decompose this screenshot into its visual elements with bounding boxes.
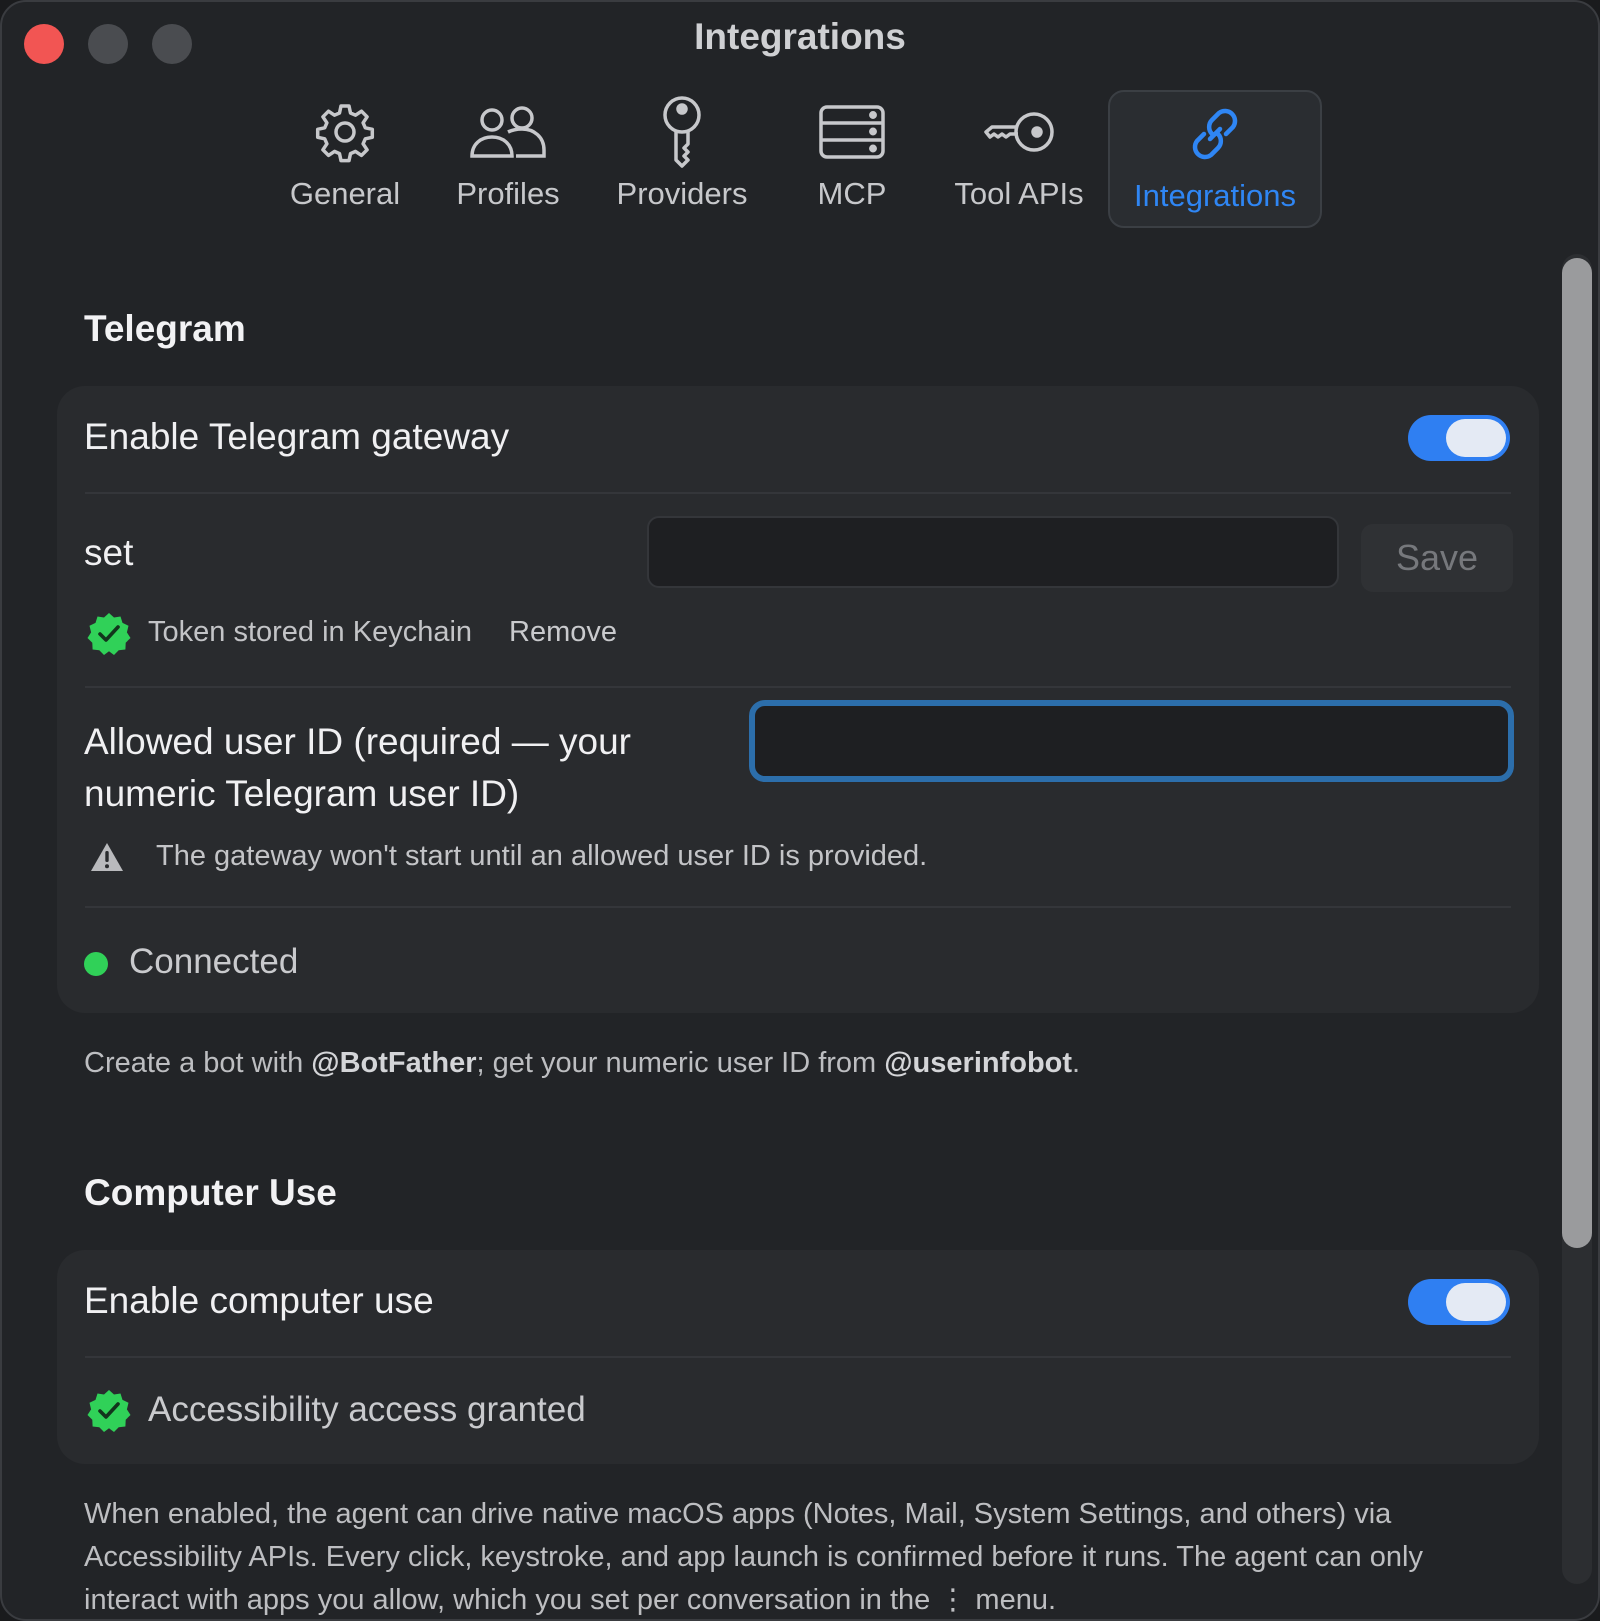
bot-token-input[interactable] bbox=[647, 516, 1339, 588]
tool-key-icon bbox=[982, 90, 1056, 174]
telegram-section-title: Telegram bbox=[84, 308, 246, 349]
enable-computer-use-toggle[interactable] bbox=[1408, 1279, 1510, 1325]
tab-providers-label: Providers bbox=[616, 176, 748, 211]
gear-icon bbox=[313, 90, 377, 174]
remove-token-link[interactable]: Remove bbox=[509, 616, 617, 649]
enable-computer-use-label: Enable computer use bbox=[84, 1280, 434, 1321]
token-status-text: Token stored in Keychain bbox=[148, 616, 473, 648]
accessibility-status-text: Accessibility access granted bbox=[148, 1390, 586, 1429]
link-icon bbox=[1183, 92, 1247, 176]
enable-telegram-toggle[interactable] bbox=[1408, 415, 1510, 461]
server-icon bbox=[818, 90, 886, 174]
footnote-text: ; get your numeric user ID from bbox=[476, 1047, 885, 1079]
computer-use-section-title: Computer Use bbox=[84, 1172, 337, 1213]
divider bbox=[85, 906, 1511, 908]
tab-profiles-label: Profiles bbox=[456, 176, 560, 211]
key-icon bbox=[660, 90, 704, 174]
tab-mcp-label: MCP bbox=[817, 176, 887, 211]
tab-general-label: General bbox=[289, 176, 401, 211]
tab-integrations[interactable]: Integrations bbox=[1108, 90, 1322, 228]
verified-badge-icon bbox=[87, 612, 131, 661]
tab-mcp[interactable]: MCP bbox=[809, 90, 895, 224]
computer-use-card: Enable computer use Accessibility access… bbox=[57, 1250, 1539, 1464]
settings-window: Integrations General Profiles Providers … bbox=[0, 0, 1600, 1621]
allowed-user-id-input[interactable] bbox=[749, 700, 1514, 782]
footnote-text: . bbox=[1072, 1047, 1081, 1079]
gateway-warning-text: The gateway won't start until an allowed… bbox=[156, 840, 928, 872]
computer-use-footnote: When enabled, the agent can drive native… bbox=[84, 1498, 1423, 1616]
token-label: set bbox=[84, 532, 134, 573]
tab-providers[interactable]: Providers bbox=[609, 90, 755, 224]
warning-icon bbox=[90, 842, 124, 877]
tab-general[interactable]: General bbox=[287, 90, 403, 224]
save-token-button[interactable]: Save bbox=[1361, 524, 1513, 592]
divider bbox=[85, 492, 1511, 494]
status-dot-icon bbox=[84, 952, 108, 976]
scrollbar[interactable] bbox=[1562, 254, 1592, 1584]
divider bbox=[85, 1356, 1511, 1358]
tab-profiles[interactable]: Profiles bbox=[445, 90, 571, 224]
connection-status-text: Connected bbox=[129, 942, 299, 981]
tab-integrations-label: Integrations bbox=[1134, 178, 1296, 213]
allowed-user-id-label: Allowed user ID (required — your numeric… bbox=[84, 721, 631, 814]
window-title: Integrations bbox=[694, 16, 906, 57]
settings-toolbar: General Profiles Providers MCP Tool APIs… bbox=[2, 90, 1598, 230]
scrollbar-thumb[interactable] bbox=[1562, 258, 1592, 1248]
verified-badge-icon bbox=[87, 1389, 131, 1438]
tab-tool-apis[interactable]: Tool APIs bbox=[948, 90, 1090, 224]
users-icon bbox=[468, 90, 548, 174]
enable-telegram-label: Enable Telegram gateway bbox=[84, 416, 510, 457]
telegram-card: Enable Telegram gateway set Save Token s… bbox=[57, 386, 1539, 1013]
botfather-handle: @BotFather bbox=[311, 1047, 477, 1079]
telegram-footnote: Create a bot with @BotFather; get your n… bbox=[84, 1042, 1080, 1085]
footnote-text: Create a bot with bbox=[84, 1047, 312, 1079]
userinfobot-handle: @userinfobot bbox=[884, 1047, 1073, 1079]
tab-tool-apis-label: Tool APIs bbox=[954, 176, 1084, 211]
divider bbox=[85, 686, 1511, 688]
